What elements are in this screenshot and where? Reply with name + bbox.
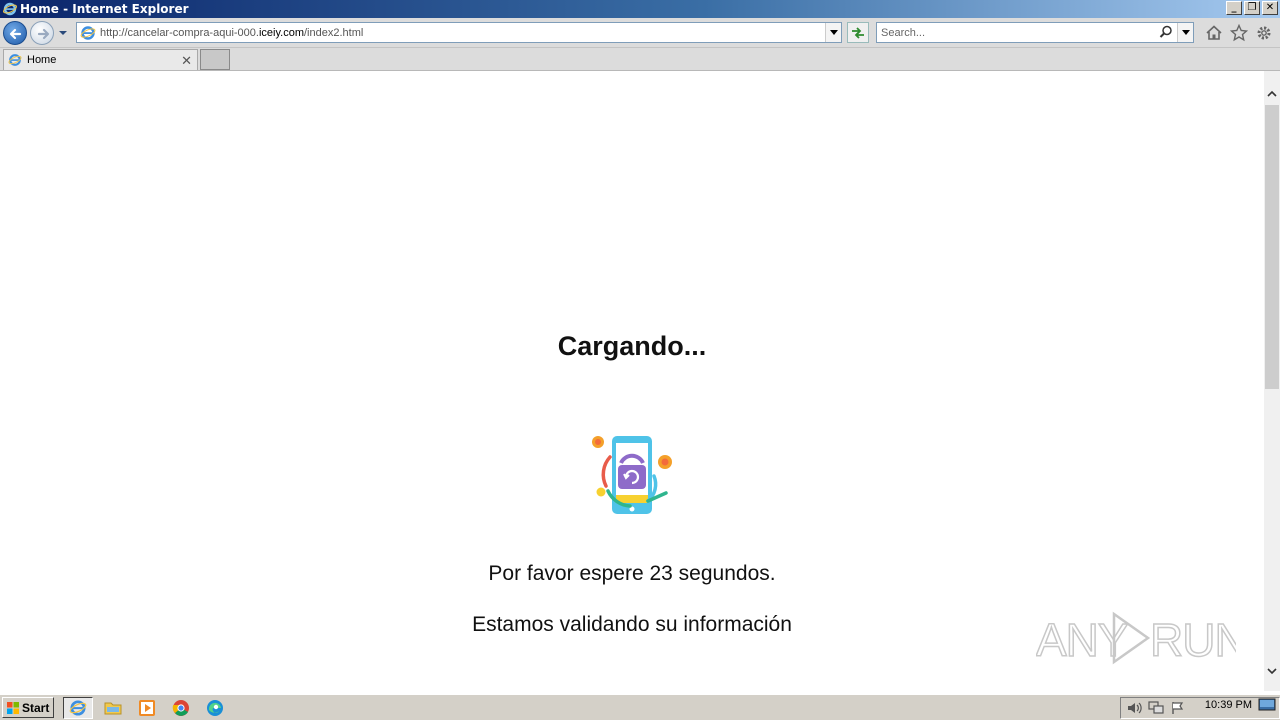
window-title-bar: Home - Internet Explorer _ ❐ ✕ bbox=[0, 0, 1280, 18]
search-icon[interactable] bbox=[1159, 25, 1173, 39]
address-dropdown-button[interactable] bbox=[825, 23, 841, 42]
address-bar[interactable]: http://cancelar-compra-aqui-000. iceiy.co… bbox=[76, 22, 842, 43]
start-button[interactable]: Start bbox=[2, 697, 54, 718]
internet-explorer-icon bbox=[69, 700, 87, 716]
back-button[interactable] bbox=[3, 21, 27, 45]
tray-action-center[interactable] bbox=[1169, 700, 1187, 716]
svg-text:RUN: RUN bbox=[1150, 614, 1236, 666]
tab-home[interactable]: Home ✕ bbox=[3, 49, 198, 70]
taskbar-chrome[interactable] bbox=[166, 697, 196, 719]
show-desktop-icon[interactable] bbox=[1258, 697, 1276, 713]
scroll-thumb[interactable] bbox=[1265, 105, 1279, 389]
ie-tab-icon bbox=[8, 54, 22, 66]
page-content: Cargando... Por favor espere 23 segundos… bbox=[0, 71, 1264, 691]
url-prefix: http://cancelar-compra-aqui-000. bbox=[100, 26, 259, 39]
media-player-icon bbox=[139, 700, 155, 716]
window-title: Home - Internet Explorer bbox=[20, 2, 189, 16]
taskbar-media-player[interactable] bbox=[132, 697, 162, 719]
tray-network[interactable] bbox=[1147, 700, 1165, 716]
scroll-down-button[interactable] bbox=[1264, 663, 1280, 680]
chrome-icon bbox=[172, 700, 189, 716]
close-tab-icon[interactable]: ✕ bbox=[181, 53, 192, 69]
history-dropdown-icon[interactable] bbox=[58, 28, 68, 38]
tray-volume[interactable] bbox=[1125, 700, 1143, 716]
speaker-icon bbox=[1128, 702, 1142, 714]
edge-icon bbox=[207, 700, 223, 716]
back-arrow-icon bbox=[9, 28, 22, 40]
compatibility-refresh-button[interactable] bbox=[847, 22, 869, 43]
close-window-button[interactable]: ✕ bbox=[1262, 1, 1278, 15]
wait-message: Por favor espere 23 segundos. bbox=[488, 562, 776, 585]
search-dropdown-button[interactable] bbox=[1177, 23, 1193, 42]
new-tab-button[interactable] bbox=[200, 49, 230, 70]
ie-page-icon bbox=[80, 25, 96, 40]
anyrun-watermark-logo: ANY RUN bbox=[1036, 611, 1236, 667]
refresh-icon bbox=[852, 26, 864, 39]
chevron-down-icon bbox=[1267, 668, 1277, 675]
settings-gear-icon[interactable] bbox=[1255, 24, 1273, 42]
file-explorer-icon bbox=[104, 702, 122, 715]
url-suffix: /index2.html bbox=[304, 26, 364, 39]
taskbar: Start 10:39 PM bbox=[0, 694, 1280, 720]
forward-arrow-icon bbox=[37, 28, 50, 40]
home-icon[interactable] bbox=[1205, 24, 1223, 42]
favorites-star-icon[interactable] bbox=[1230, 24, 1248, 42]
scroll-up-button[interactable] bbox=[1264, 85, 1280, 102]
ie-logo-icon bbox=[3, 2, 17, 16]
vertical-scrollbar[interactable] bbox=[1264, 71, 1280, 691]
taskbar-edge[interactable] bbox=[200, 697, 230, 719]
chevron-up-icon bbox=[1267, 90, 1277, 97]
start-label: Start bbox=[22, 700, 50, 715]
taskbar-clock[interactable]: 10:39 PM bbox=[1205, 699, 1252, 711]
loading-heading: Cargando... bbox=[557, 331, 707, 361]
tab-bar: Home ✕ bbox=[0, 48, 1280, 71]
forward-button[interactable] bbox=[30, 21, 54, 45]
tab-label: Home bbox=[27, 54, 57, 66]
taskbar-file-explorer[interactable] bbox=[98, 697, 128, 719]
navigation-bar: http://cancelar-compra-aqui-000. iceiy.co… bbox=[0, 18, 1280, 48]
search-placeholder: Search... bbox=[881, 26, 926, 39]
restore-button[interactable]: ❐ bbox=[1244, 1, 1260, 15]
system-tray bbox=[1120, 697, 1280, 719]
window-controls: _ ❐ ✕ bbox=[1226, 1, 1278, 15]
taskbar-internet-explorer[interactable] bbox=[63, 697, 93, 719]
network-icon bbox=[1148, 701, 1164, 714]
phone-lock-illustration-icon bbox=[592, 436, 672, 514]
chevron-down-icon bbox=[1181, 29, 1190, 35]
windows-flag-icon bbox=[7, 701, 19, 714]
chevron-down-icon bbox=[829, 29, 838, 35]
url-domain: iceiy.com bbox=[258, 26, 304, 39]
flag-icon bbox=[1172, 702, 1184, 714]
search-box[interactable]: Search... bbox=[876, 22, 1194, 43]
minimize-button[interactable]: _ bbox=[1226, 1, 1242, 15]
